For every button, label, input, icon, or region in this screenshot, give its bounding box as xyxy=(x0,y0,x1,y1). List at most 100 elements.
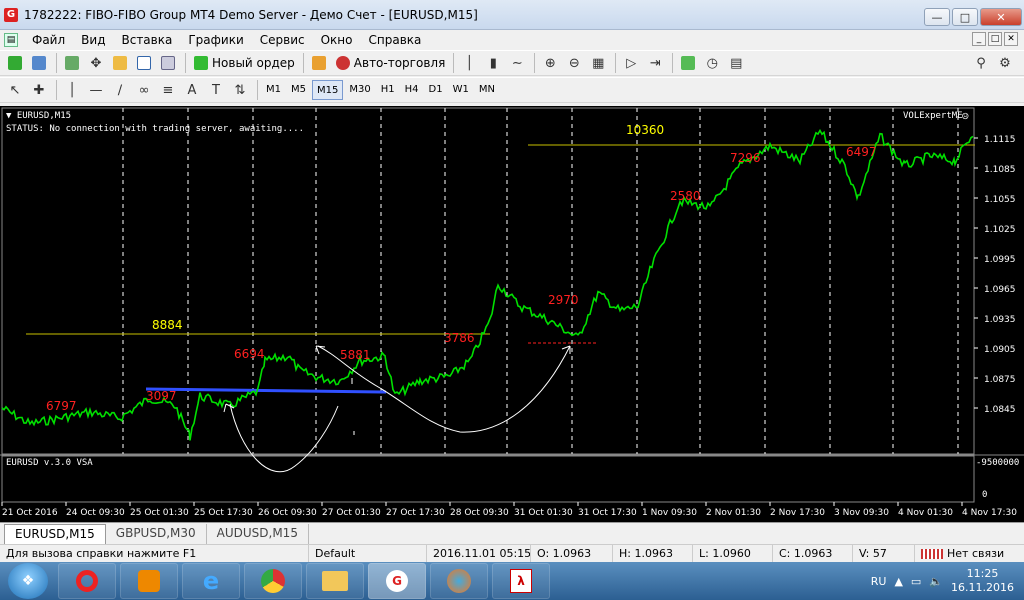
metaeditor-icon[interactable] xyxy=(308,52,330,74)
minimize-button[interactable]: — xyxy=(924,8,950,26)
bar-high: H: 1.0963 xyxy=(612,545,692,562)
mdi-minimize-button[interactable]: _ xyxy=(972,32,986,46)
menu-bar: ▤ Файл Вид Вставка Графики Сервис Окно С… xyxy=(0,30,1024,50)
help-hint: Для вызова справки нажмите F1 xyxy=(6,546,197,560)
time-tick-label: 3 Nov 09:30 xyxy=(834,508,889,518)
time-tick-label: 27 Oct 01:30 xyxy=(322,508,381,518)
time-tick-label: 26 Oct 09:30 xyxy=(258,508,317,518)
templates-icon[interactable]: ▤ xyxy=(725,52,747,74)
fibonacci-icon[interactable]: ≡ xyxy=(157,79,179,101)
time-tick-label: 2 Nov 17:30 xyxy=(770,508,825,518)
auto-trading-button[interactable]: Авто-торговля xyxy=(332,52,450,74)
navigator-icon[interactable] xyxy=(109,52,131,74)
mdi-restore-button[interactable]: □ xyxy=(988,32,1002,46)
timeframe-w1[interactable]: W1 xyxy=(449,80,473,100)
timeframe-m1[interactable]: M1 xyxy=(262,80,285,100)
menu-file[interactable]: Файл xyxy=(24,30,73,50)
close-button[interactable]: ✕ xyxy=(980,8,1022,26)
menu-insert[interactable]: Вставка xyxy=(113,30,180,50)
price-tick-label: 1.0845 xyxy=(984,405,1016,415)
horizontal-line-icon[interactable]: — xyxy=(85,79,107,101)
cursor-icon[interactable]: ↖ xyxy=(4,79,26,101)
menu-help[interactable]: Справка xyxy=(361,30,430,50)
equidistant-channel-icon[interactable]: ∞ xyxy=(133,79,155,101)
bar-time: 2016.11.01 05:15 xyxy=(426,545,531,562)
indicators-icon[interactable] xyxy=(677,52,699,74)
strategy-tester-icon[interactable] xyxy=(157,52,179,74)
time-tick-label: 1 Nov 09:30 xyxy=(642,508,697,518)
profiles-icon[interactable] xyxy=(28,52,50,74)
zoom-out-icon[interactable]: ⊖ xyxy=(563,52,585,74)
mdi-close-button[interactable]: ✕ xyxy=(1004,32,1018,46)
vertical-line-icon[interactable]: │ xyxy=(61,79,83,101)
periods-icon[interactable]: ◷ xyxy=(701,52,723,74)
price-tick-label: 1.1055 xyxy=(984,195,1016,205)
clock[interactable]: 11:25 16.11.2016 xyxy=(951,567,1014,595)
search-icon[interactable]: ⚲ xyxy=(970,52,992,74)
auto-trading-icon xyxy=(335,56,350,70)
network-icon[interactable]: ▭ xyxy=(911,575,921,588)
menu-window[interactable]: Окно xyxy=(313,30,361,50)
timeframe-h4[interactable]: H4 xyxy=(401,80,423,100)
explorer-icon[interactable] xyxy=(306,563,364,599)
firefox-icon[interactable] xyxy=(430,563,488,599)
candlesticks-icon[interactable]: ▮ xyxy=(482,52,504,74)
crosshair-icon[interactable]: ✚ xyxy=(28,79,50,101)
tab-gbpusd-m30[interactable]: GBPUSD,M30 xyxy=(106,524,207,544)
chart-window[interactable]: 1.1115 1.1085 1.1055 1.1025 1.0995 1.0965 1.09… xyxy=(0,106,1024,522)
volume-icon[interactable]: 🔈 xyxy=(929,575,943,588)
timeframe-m5[interactable]: M5 xyxy=(287,80,310,100)
timeframe-d1[interactable]: D1 xyxy=(425,80,447,100)
market-watch-icon[interactable] xyxy=(61,52,83,74)
red-volume-label: 7296 xyxy=(730,151,761,165)
maximize-button[interactable]: □ xyxy=(952,8,978,26)
pdf-reader-icon[interactable]: λ xyxy=(492,563,550,599)
line-chart-icon[interactable]: ∼ xyxy=(506,52,528,74)
media-player-icon[interactable] xyxy=(120,563,178,599)
yellow-level-label: 10360 xyxy=(626,123,665,137)
zoom-in-icon[interactable]: ⊕ xyxy=(539,52,561,74)
bar-close: C: 1.0963 xyxy=(772,545,852,562)
start-button[interactable]: ❖ xyxy=(8,563,48,599)
menu-tools[interactable]: Сервис xyxy=(252,30,313,50)
tray-arrow-icon[interactable]: ▲ xyxy=(894,575,902,588)
tile-windows-icon[interactable]: ▦ xyxy=(587,52,609,74)
language-indicator[interactable]: RU xyxy=(871,575,887,588)
price-chart[interactable]: 1.1115 1.1085 1.1055 1.1025 1.0995 1.0965 1.09… xyxy=(0,106,1024,522)
menu-view[interactable]: Вид xyxy=(73,30,113,50)
chart-menu-icon[interactable]: ▤ xyxy=(4,33,18,47)
fibo-terminal-icon[interactable]: G xyxy=(368,563,426,599)
red-volume-label: 2580 xyxy=(670,189,701,203)
terminal-icon[interactable] xyxy=(133,52,155,74)
red-volume-label: 2970 xyxy=(548,293,579,307)
profile-name: Default xyxy=(308,545,426,562)
label-icon[interactable]: T xyxy=(205,79,227,101)
timeframe-h1[interactable]: H1 xyxy=(377,80,399,100)
trendline-icon[interactable]: ∕ xyxy=(109,79,131,101)
tab-audusd-m15[interactable]: AUDUSD,M15 xyxy=(207,524,309,544)
auto-scroll-icon[interactable]: ▷ xyxy=(620,52,642,74)
chart-shift-icon[interactable]: ⇥ xyxy=(644,52,666,74)
community-icon[interactable]: ⚙ xyxy=(994,52,1016,74)
red-volume-label: 3097 xyxy=(146,389,177,403)
price-tick-label: 1.1025 xyxy=(984,225,1016,235)
opera-icon[interactable] xyxy=(58,563,116,599)
tab-eurusd-m15[interactable]: EURUSD,M15 xyxy=(4,524,106,544)
timeframe-m30[interactable]: M30 xyxy=(345,80,374,100)
chrome-icon[interactable] xyxy=(244,563,302,599)
time-tick-label: 4 Nov 01:30 xyxy=(898,508,953,518)
arrows-icon[interactable]: ⇅ xyxy=(229,79,251,101)
timeframe-m15[interactable]: M15 xyxy=(312,80,344,100)
time-tick-label: 31 Oct 17:30 xyxy=(578,508,637,518)
text-icon[interactable]: A xyxy=(181,79,203,101)
red-volume-label: 5881 xyxy=(340,348,371,362)
new-chart-icon[interactable] xyxy=(4,52,26,74)
new-order-button[interactable]: Новый ордер xyxy=(190,52,299,74)
timeframe-mn[interactable]: MN xyxy=(475,80,499,100)
data-window-icon[interactable]: ✥ xyxy=(85,52,107,74)
bar-low: L: 1.0960 xyxy=(692,545,772,562)
menu-charts[interactable]: Графики xyxy=(180,30,251,50)
price-tick-label: 1.0905 xyxy=(984,345,1016,355)
internet-explorer-icon[interactable]: e xyxy=(182,563,240,599)
bar-chart-icon[interactable]: │ xyxy=(458,52,480,74)
